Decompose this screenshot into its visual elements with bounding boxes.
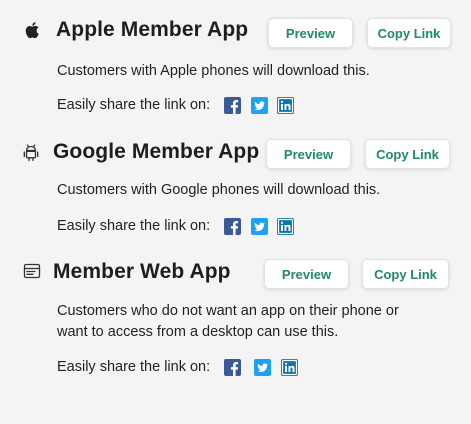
linkedin-icon[interactable] bbox=[281, 358, 299, 376]
share-label: Easily share the link on: bbox=[57, 359, 211, 375]
app-description: Customers who do not want an app on thei… bbox=[57, 303, 399, 340]
twitter-icon[interactable] bbox=[254, 358, 272, 376]
facebook-icon[interactable] bbox=[224, 358, 242, 376]
app-title: Member Web App bbox=[53, 260, 231, 283]
browser-window-icon bbox=[22, 261, 42, 281]
share-row: Easily share the link on: bbox=[57, 357, 299, 377]
web-app-section: Member Web App Preview Copy Link Custome… bbox=[0, 0, 471, 424]
preview-button[interactable]: Preview bbox=[264, 259, 349, 289]
copy-link-button[interactable]: Copy Link bbox=[362, 259, 449, 289]
